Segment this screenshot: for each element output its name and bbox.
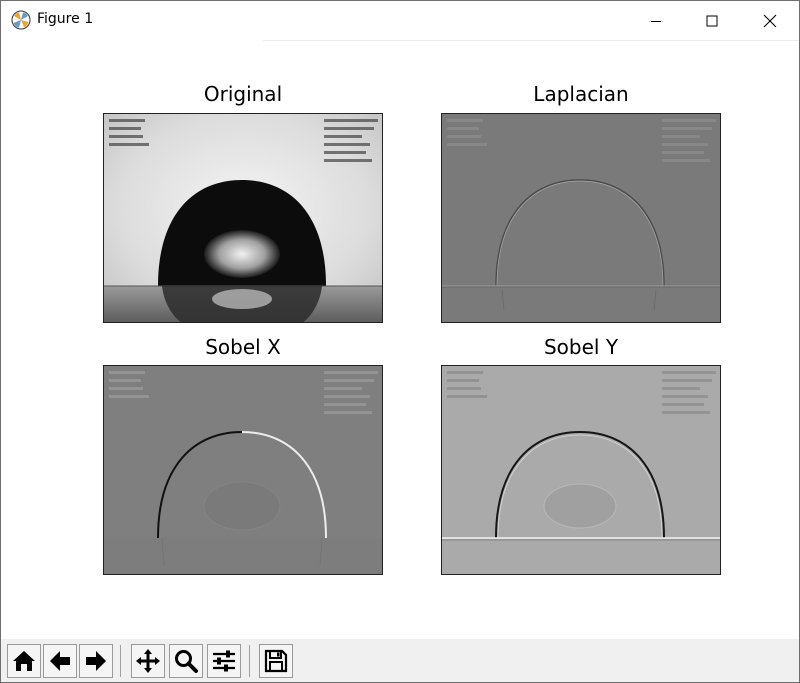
home-button[interactable] [7, 644, 41, 678]
minimize-icon [651, 20, 661, 22]
magnifier-icon [175, 650, 198, 673]
subplot-image-sobel-y [441, 365, 721, 575]
figure-canvas[interactable]: Original Laplacian Sobel X Sobel Y [1, 41, 799, 639]
matplotlib-logo-icon [11, 10, 31, 30]
subplot-image-sobel-x [103, 365, 383, 575]
navigation-toolbar [1, 639, 799, 682]
sliders-icon [213, 650, 235, 672]
configure-subplots-button[interactable] [207, 644, 241, 678]
figure-window: Figure 1 Original Laplacian Sobel X Sobe… [0, 0, 800, 683]
move-icon [136, 649, 160, 673]
home-icon [13, 651, 35, 671]
save-button[interactable] [259, 644, 293, 678]
close-icon [763, 14, 777, 27]
arrow-right-icon [86, 651, 106, 671]
subplot-image-laplacian [441, 113, 721, 323]
subplot-title-sobel-y: Sobel Y [543, 335, 619, 359]
subplot-title-sobel-x: Sobel X [205, 335, 281, 359]
pan-button[interactable] [131, 644, 165, 678]
window-title: Figure 1 [37, 11, 94, 27]
close-button[interactable] [747, 1, 793, 40]
toolbar-separator [249, 645, 250, 677]
maximize-icon [706, 15, 718, 26]
subplot-title-original: Original [203, 82, 283, 106]
subplot-image-original [103, 113, 383, 323]
back-button[interactable] [43, 644, 77, 678]
zoom-button[interactable] [169, 644, 203, 678]
minimize-button[interactable] [633, 1, 679, 40]
toolbar-separator [120, 645, 121, 677]
maximize-button[interactable] [689, 1, 735, 40]
floppy-disk-icon [264, 649, 288, 673]
subplot-title-laplacian: Laplacian [533, 82, 629, 106]
forward-button[interactable] [79, 644, 113, 678]
title-bar[interactable]: Figure 1 [1, 1, 799, 40]
arrow-left-icon [50, 651, 70, 671]
